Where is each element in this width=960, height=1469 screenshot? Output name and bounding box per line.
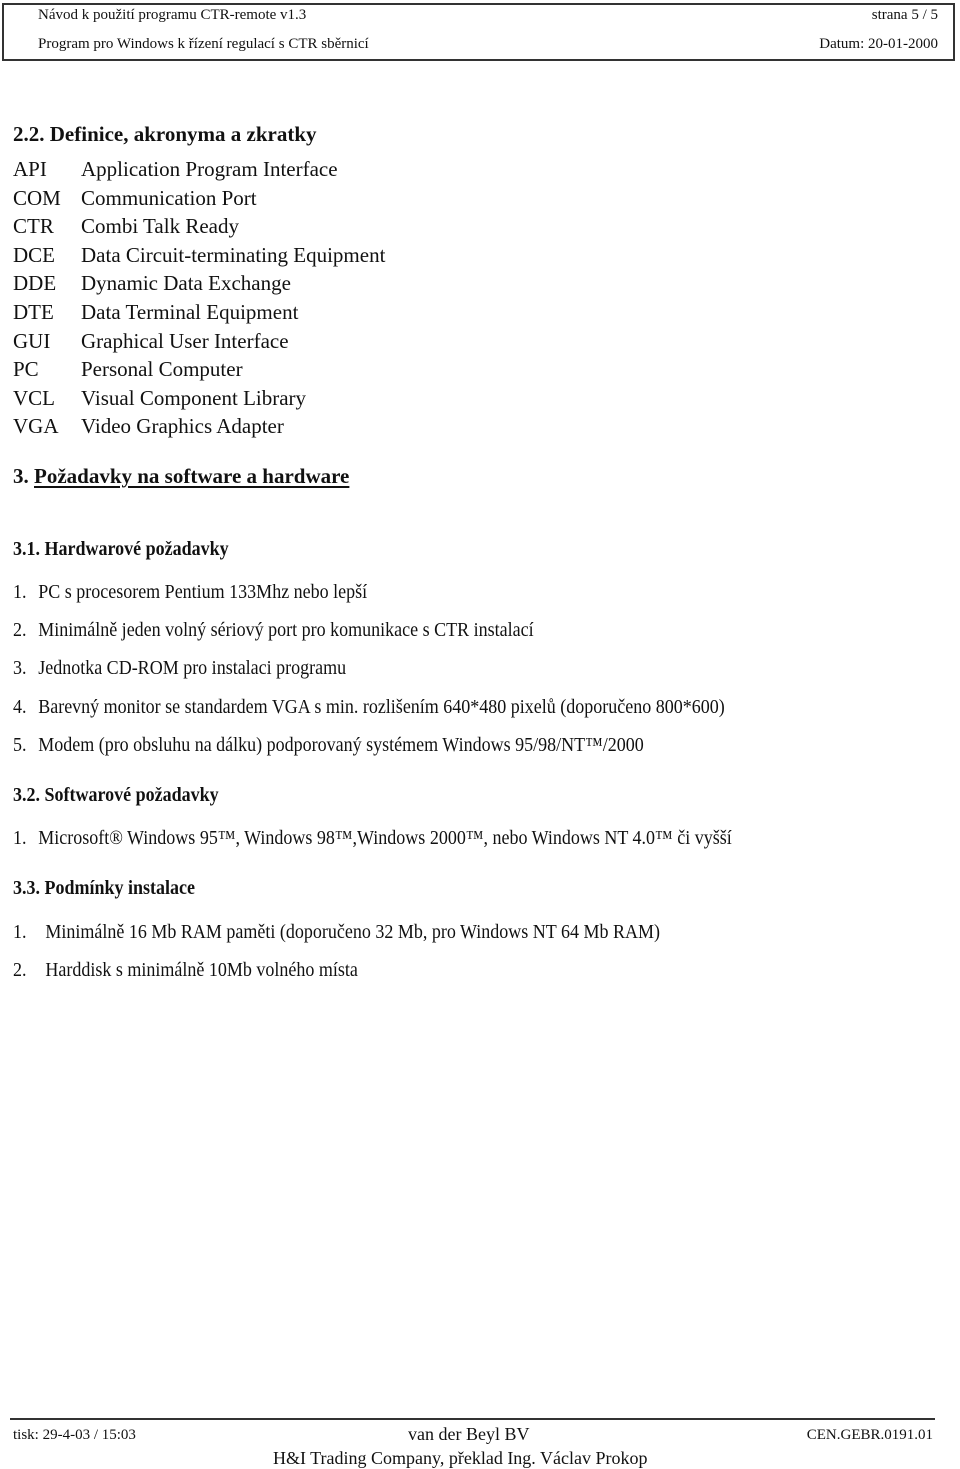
list-item-text: Minimálně jeden volný sériový port pro k…	[38, 619, 534, 641]
list-item-number: 4.	[13, 696, 27, 718]
section-3-1-heading: 3.1. Hardwarové požadavky	[13, 538, 229, 560]
list-item-number: 3.	[13, 657, 27, 679]
list-item: 2. Minimálně jeden volný sériový port pro…	[13, 618, 534, 642]
section-3-number: 3.	[13, 464, 29, 488]
list-item-text: Modem (pro obsluhu na dálku) podporovaný…	[38, 734, 644, 756]
print-timestamp: tisk: 29-4-03 / 15:03	[13, 1427, 136, 1443]
acronym-abbr: DDE	[13, 271, 57, 296]
list-item-text: Minimálně 16 Mb RAM paměti (doporučeno 3…	[45, 921, 660, 943]
list-item: 4. Barevný monitor se standardem VGA s mi…	[13, 695, 725, 719]
list-item: 5. Modem (pro obsluhu na dálku) podporova…	[13, 733, 644, 757]
list-item-text: Barevný monitor se standardem VGA s min.…	[38, 696, 725, 718]
section-2-2-heading: 2.2. Definice, akronyma a zkratky	[13, 122, 317, 146]
acronym-definition: Communication Port	[81, 185, 257, 210]
list-item-number: 5.	[13, 734, 27, 756]
acronym-abbr: PC	[13, 357, 39, 382]
acronym-abbr: DTE	[13, 299, 54, 324]
list-item-number: 2.	[13, 959, 27, 981]
company-name: van der Beyl BV	[408, 1424, 530, 1444]
document-code: CEN.GEBR.0191.01	[806, 1427, 933, 1443]
page-number: strana 5 / 5	[871, 7, 938, 23]
acronym-abbr: DCE	[13, 242, 55, 267]
acronym-abbr: CTR	[13, 214, 54, 239]
acronym-definition: Data Terminal Equipment	[81, 299, 299, 324]
acronym-abbr: VGA	[13, 414, 59, 439]
acronym-abbr: VCL	[13, 385, 55, 410]
list-item: 2. Harddisk s minimálně 10Mb volného míst…	[13, 958, 358, 982]
acronym-row: PC Personal Computer	[13, 356, 385, 385]
acronym-row: DCE Data Circuit-terminating Equipment	[13, 242, 385, 271]
acronym-definition: Visual Component Library	[81, 385, 307, 410]
list-item-number: 1.	[13, 827, 27, 849]
acronym-row: VGA Video Graphics Adapter	[13, 413, 385, 442]
acronym-list: API Application Program Interface COM Comm…	[13, 156, 385, 442]
translator-credit: H&I Trading Company, překlad Ing. Václav…	[273, 1448, 648, 1468]
acronym-abbr: API	[13, 157, 47, 181]
section-3-3-heading: 3.3. Podmínky instalace	[13, 877, 196, 899]
acronym-row: COM Communication Port	[13, 185, 385, 214]
acronym-definition: Application Program Interface	[81, 157, 338, 181]
acronym-row: GUI Graphical User Interface	[13, 328, 385, 357]
list-item-text: PC s procesorem Pentium 133Mhz nebo lepš…	[38, 581, 368, 603]
list-item-text: Jednotka CD-ROM pro instalaci programu	[38, 657, 347, 679]
acronym-definition: Graphical User Interface	[81, 328, 289, 353]
acronym-row: DDE Dynamic Data Exchange	[13, 270, 385, 299]
section-3-heading: 3. Požadavky na software a hardware	[13, 464, 349, 488]
acronym-abbr: COM	[13, 185, 61, 210]
section-3-title: Požadavky na software a hardware	[34, 464, 350, 488]
footer-divider	[10, 1418, 935, 1420]
acronym-definition: Data Circuit-terminating Equipment	[81, 242, 386, 267]
document-date: Datum: 20-01-2000	[819, 36, 938, 52]
list-item-number: 1.	[13, 581, 27, 603]
acronym-definition: Combi Talk Ready	[81, 214, 239, 239]
document-title: Návod k použití programu CTR-remote v1.3	[38, 7, 307, 23]
list-item-text: Harddisk s minimálně 10Mb volného místa	[45, 959, 358, 981]
list-item: 1. Microsoft® Windows 95™, Windows 98™,Wi…	[13, 826, 732, 850]
list-item: 3. Jednotka CD-ROM pro instalaci programu	[13, 656, 346, 680]
acronym-row: API Application Program Interface	[13, 156, 385, 185]
acronym-row: DTE Data Terminal Equipment	[13, 299, 385, 328]
acronym-abbr: GUI	[13, 328, 51, 353]
section-3-2-heading: 3.2. Softwarové požadavky	[13, 784, 219, 806]
acronym-row: VCL Visual Component Library	[13, 385, 385, 414]
acronym-definition: Personal Computer	[81, 357, 243, 382]
list-item: 1. PC s procesorem Pentium 133Mhz nebo le…	[13, 580, 367, 604]
acronym-row: CTR Combi Talk Ready	[13, 213, 385, 242]
list-item-number: 1.	[13, 921, 27, 943]
list-item-number: 2.	[13, 619, 27, 641]
acronym-definition: Video Graphics Adapter	[81, 414, 284, 439]
acronym-definition: Dynamic Data Exchange	[81, 271, 291, 296]
list-item: 1. Minimálně 16 Mb RAM paměti (doporučeno…	[13, 920, 660, 944]
document-subtitle: Program pro Windows k řízení regulací s …	[38, 36, 369, 52]
list-item-text: Microsoft® Windows 95™, Windows 98™,Wind…	[38, 827, 732, 849]
